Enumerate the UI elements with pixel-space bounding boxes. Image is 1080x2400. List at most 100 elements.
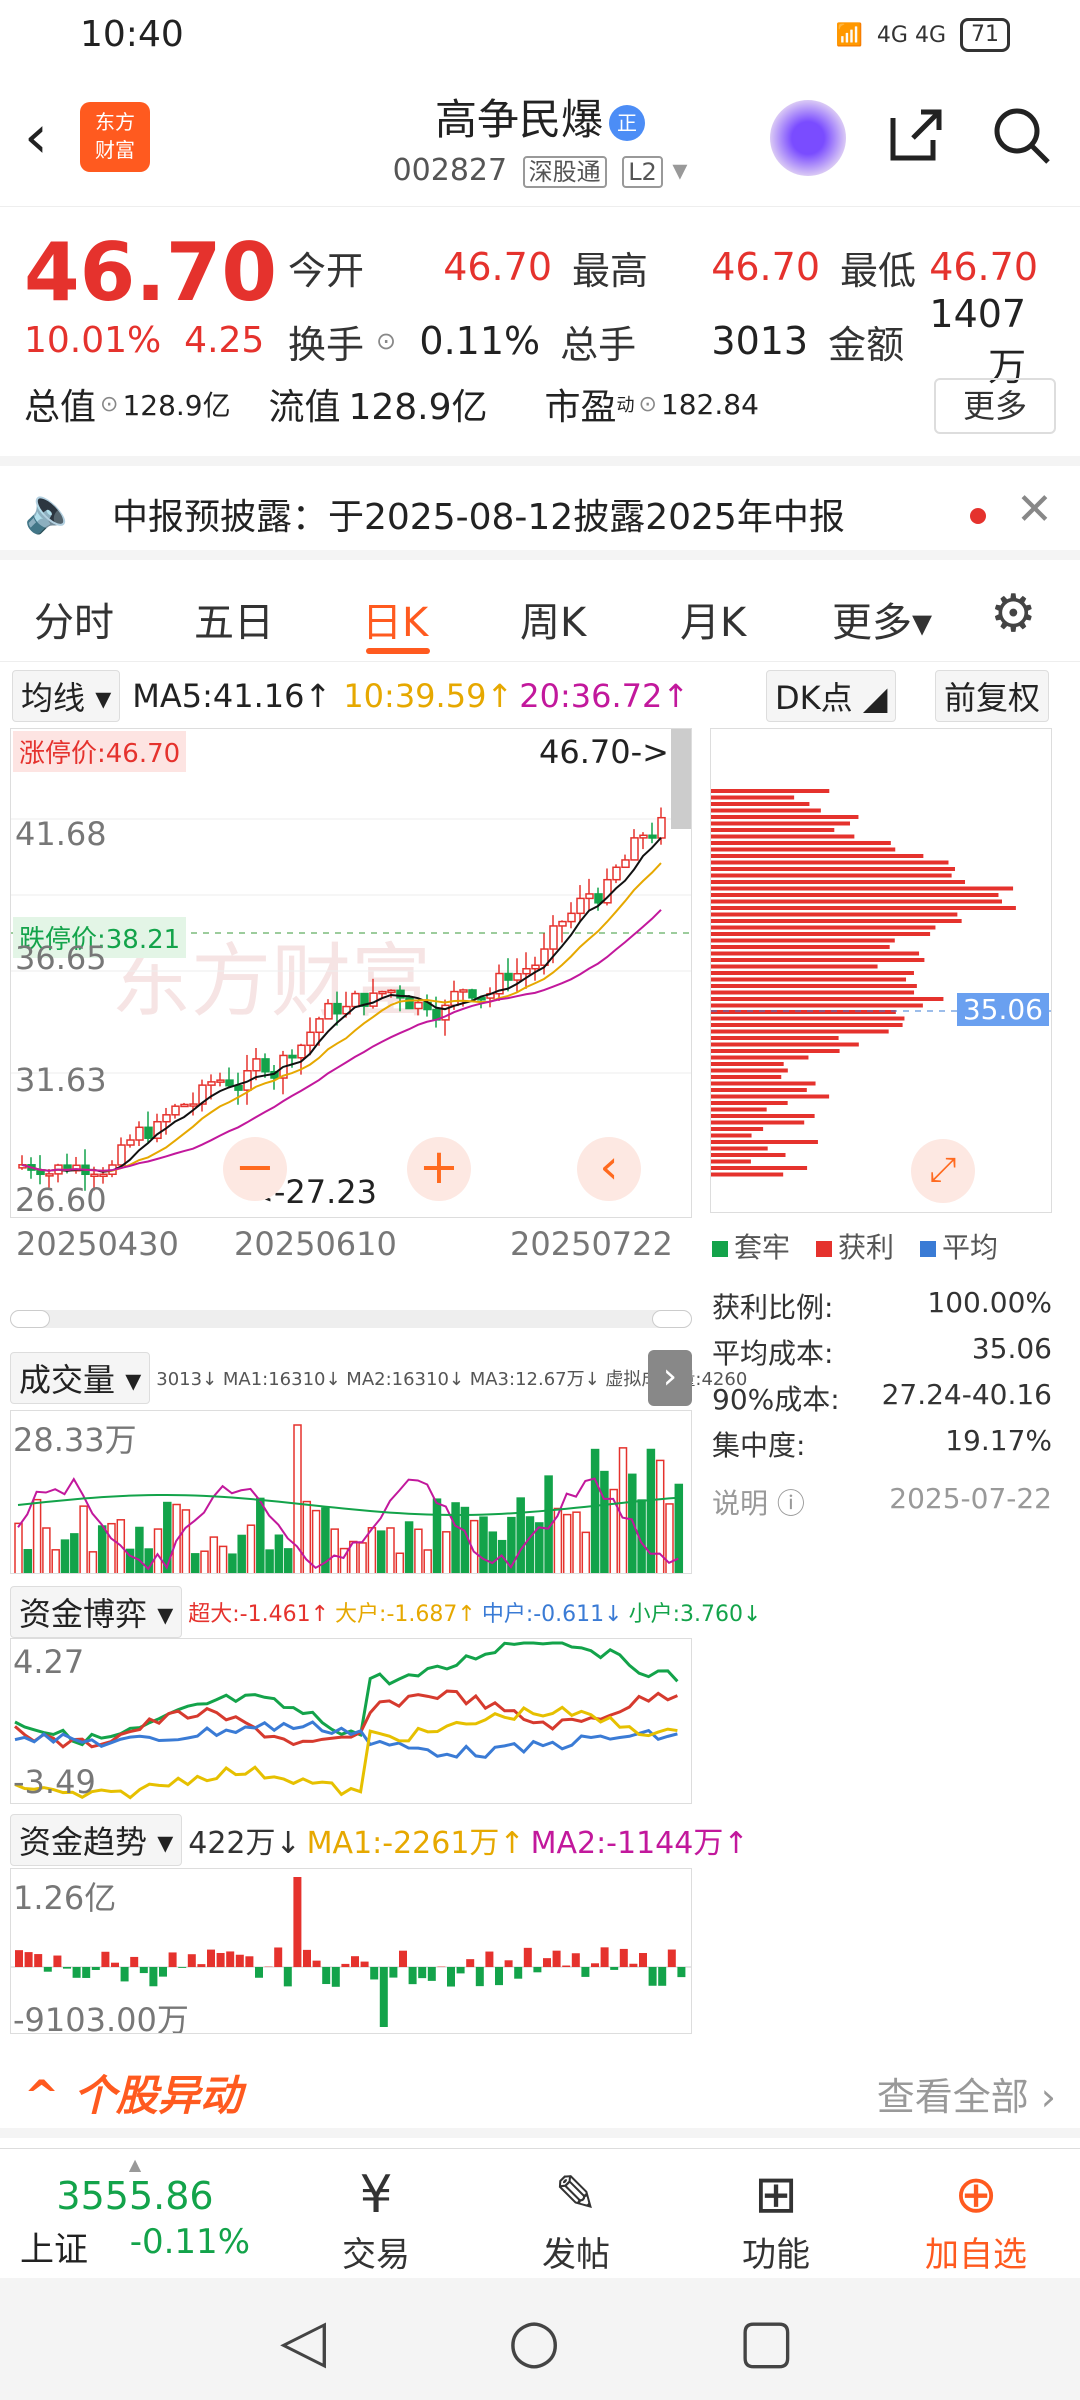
candle-body (612, 866, 621, 881)
add-watchlist-button[interactable]: ⊕ 加自选 (876, 2165, 1076, 2276)
slider-handle-left[interactable] (10, 1310, 50, 1328)
add-watchlist-label: 加自选 (925, 2235, 1027, 2275)
fund-trend-bar (187, 1954, 196, 1967)
fund-trend-bar (456, 1967, 465, 1974)
chip-bar (711, 1146, 768, 1151)
chip-bar (711, 1088, 807, 1092)
turnover-value: 0.11% (419, 319, 541, 363)
fund-trend-select[interactable]: 资金趋势 ▾ (10, 1814, 183, 1866)
fund-trend-bar (226, 1951, 235, 1967)
kline-chart[interactable]: 东方财富 涨停价:46.70 跌停价:38.21 41.68 36.65 31.… (10, 728, 692, 1218)
fund-trend-value: 422万↓ (188, 1826, 301, 1861)
indicator-select[interactable]: 均线 ▾ (12, 670, 121, 722)
candle-body (450, 990, 459, 1007)
fund-trend-bar (168, 1952, 177, 1967)
fund-trend-chart[interactable]: 1.26亿 -9103.00万 (10, 1868, 692, 2034)
candle-body (657, 816, 666, 839)
explain-link[interactable]: 说明 ⓘ (712, 1482, 805, 1528)
legend-profit: 获利 (816, 1226, 894, 1266)
back-triangle-icon[interactable]: ◁ (280, 2306, 326, 2376)
fund-trend-bar (283, 1967, 292, 1987)
fund-trend-bar (63, 1967, 71, 1969)
info-icon[interactable]: ⊙ (638, 392, 656, 417)
volume-bar (367, 1527, 377, 1573)
small-value: 小户:3.760↓ (628, 1602, 762, 1627)
chip-bar (711, 815, 859, 819)
chip-bar (711, 912, 958, 917)
tab-more[interactable]: 更多▾ (832, 590, 932, 648)
stat-value: 100.00% (927, 1286, 1052, 1319)
connect-tag: 深股通 (522, 156, 607, 188)
candle-body (567, 912, 576, 923)
tab-daily-k[interactable]: 日K (362, 590, 428, 648)
chip-bar (711, 886, 1014, 891)
tab-intraday[interactable]: 分时 (34, 590, 114, 648)
trade-button[interactable]: ¥ 交易 (276, 2165, 476, 2276)
chip-bar (711, 932, 931, 936)
fund-trend-bar (312, 1960, 321, 1967)
candle-body (306, 1031, 315, 1047)
mid-value: 中户:-0.611↓ (481, 1602, 623, 1627)
info-icon[interactable]: ⊙ (376, 327, 396, 355)
date-label: 20250610 (234, 1225, 397, 1263)
tab-five-day[interactable]: 五日 (194, 590, 274, 648)
fund-trend-bar (543, 1958, 551, 1967)
pe-sup: 动 (616, 395, 635, 416)
candle-body (171, 1105, 180, 1116)
scroll-left-icon[interactable]: ‹ (577, 1137, 641, 1201)
pe-label: 市盈 (544, 387, 617, 428)
assistant-avatar[interactable] (770, 100, 846, 176)
volume-bar (423, 1549, 432, 1573)
tab-monthly-k[interactable]: 月K (680, 590, 746, 648)
more-button[interactable]: 更多 (934, 378, 1056, 434)
notice-banner[interactable]: 🔈 中报预披露：于2025-08-12披露2025年中报 ✕ (0, 456, 1080, 560)
fund-game-chart[interactable]: 4.27 -3.49 (10, 1638, 692, 1804)
volume-chart[interactable]: 28.33万 (10, 1410, 692, 1574)
recents-square-icon[interactable]: ▢ (738, 2306, 795, 2376)
dk-select[interactable]: DK点 ◢ (766, 670, 897, 722)
index-pct: -0.11% (129, 2222, 250, 2262)
volume-bar (79, 1505, 88, 1573)
home-circle-icon[interactable]: ○ (508, 2306, 560, 2376)
gear-icon[interactable]: ⚙ (990, 584, 1037, 644)
chip-bar (711, 958, 925, 962)
volume-bar (414, 1528, 423, 1573)
fund-trend-header: 资金趋势 ▾ 422万↓ MA1:-2261万↑ MA2:-1144万↑ (10, 1814, 749, 1866)
volume-bar (488, 1531, 498, 1573)
adjust-select[interactable]: 前复权 (935, 670, 1050, 722)
chip-bar (711, 1042, 859, 1047)
zheng-badge: 正 (609, 104, 645, 141)
fund-trend-bar (447, 1967, 455, 1987)
fund-trend-bar (178, 1967, 187, 1968)
chip-bar (711, 925, 936, 930)
post-button[interactable]: ✎ 发帖 (476, 2165, 676, 2276)
chip-stats: 获利比例: 100.00% 平均成本: 35.06 90%成本: 27.24-40.1… (712, 1286, 1052, 1528)
slider-handle-right[interactable] (652, 1310, 692, 1328)
chip-bar (711, 984, 917, 988)
legend-average: 平均 (920, 1226, 998, 1266)
volume-bar (442, 1531, 451, 1573)
view-all-link[interactable]: 查看全部 › (877, 2066, 1056, 2121)
chevron-right-icon[interactable]: › (648, 1350, 692, 1406)
search-icon[interactable] (990, 104, 1052, 180)
volume-select[interactable]: 成交量 ▾ (10, 1352, 151, 1404)
fund-trend-bar (159, 1967, 167, 1977)
info-icon[interactable]: ⊙ (100, 392, 118, 417)
zoom-in-icon[interactable]: + (407, 1137, 471, 1201)
notice-text[interactable]: 中报预披露：于2025-08-12披露2025年中报 (112, 488, 845, 540)
candle-body (531, 964, 540, 970)
zoom-out-icon[interactable]: − (223, 1137, 287, 1201)
volume-bar (618, 1447, 628, 1573)
range-slider[interactable] (10, 1310, 692, 1328)
functions-button[interactable]: ⊞ 功能 (676, 2165, 876, 2276)
chip-bar (711, 1101, 788, 1105)
fund-trend-bar (255, 1967, 263, 1978)
close-icon[interactable]: ✕ (1016, 484, 1053, 535)
tab-weekly-k[interactable]: 周K (520, 590, 586, 648)
expand-icon[interactable]: ⤢ (911, 1139, 975, 1203)
volume-bar (32, 1498, 42, 1573)
share-icon[interactable] (885, 104, 947, 180)
fund-game-select[interactable]: 资金博弈 ▾ (10, 1586, 183, 1638)
chip-distribution[interactable]: 35.06 ⤢ (710, 728, 1052, 1213)
index-ticker[interactable]: ▲ 3555.86 上证 -0.11% (20, 2155, 250, 2271)
